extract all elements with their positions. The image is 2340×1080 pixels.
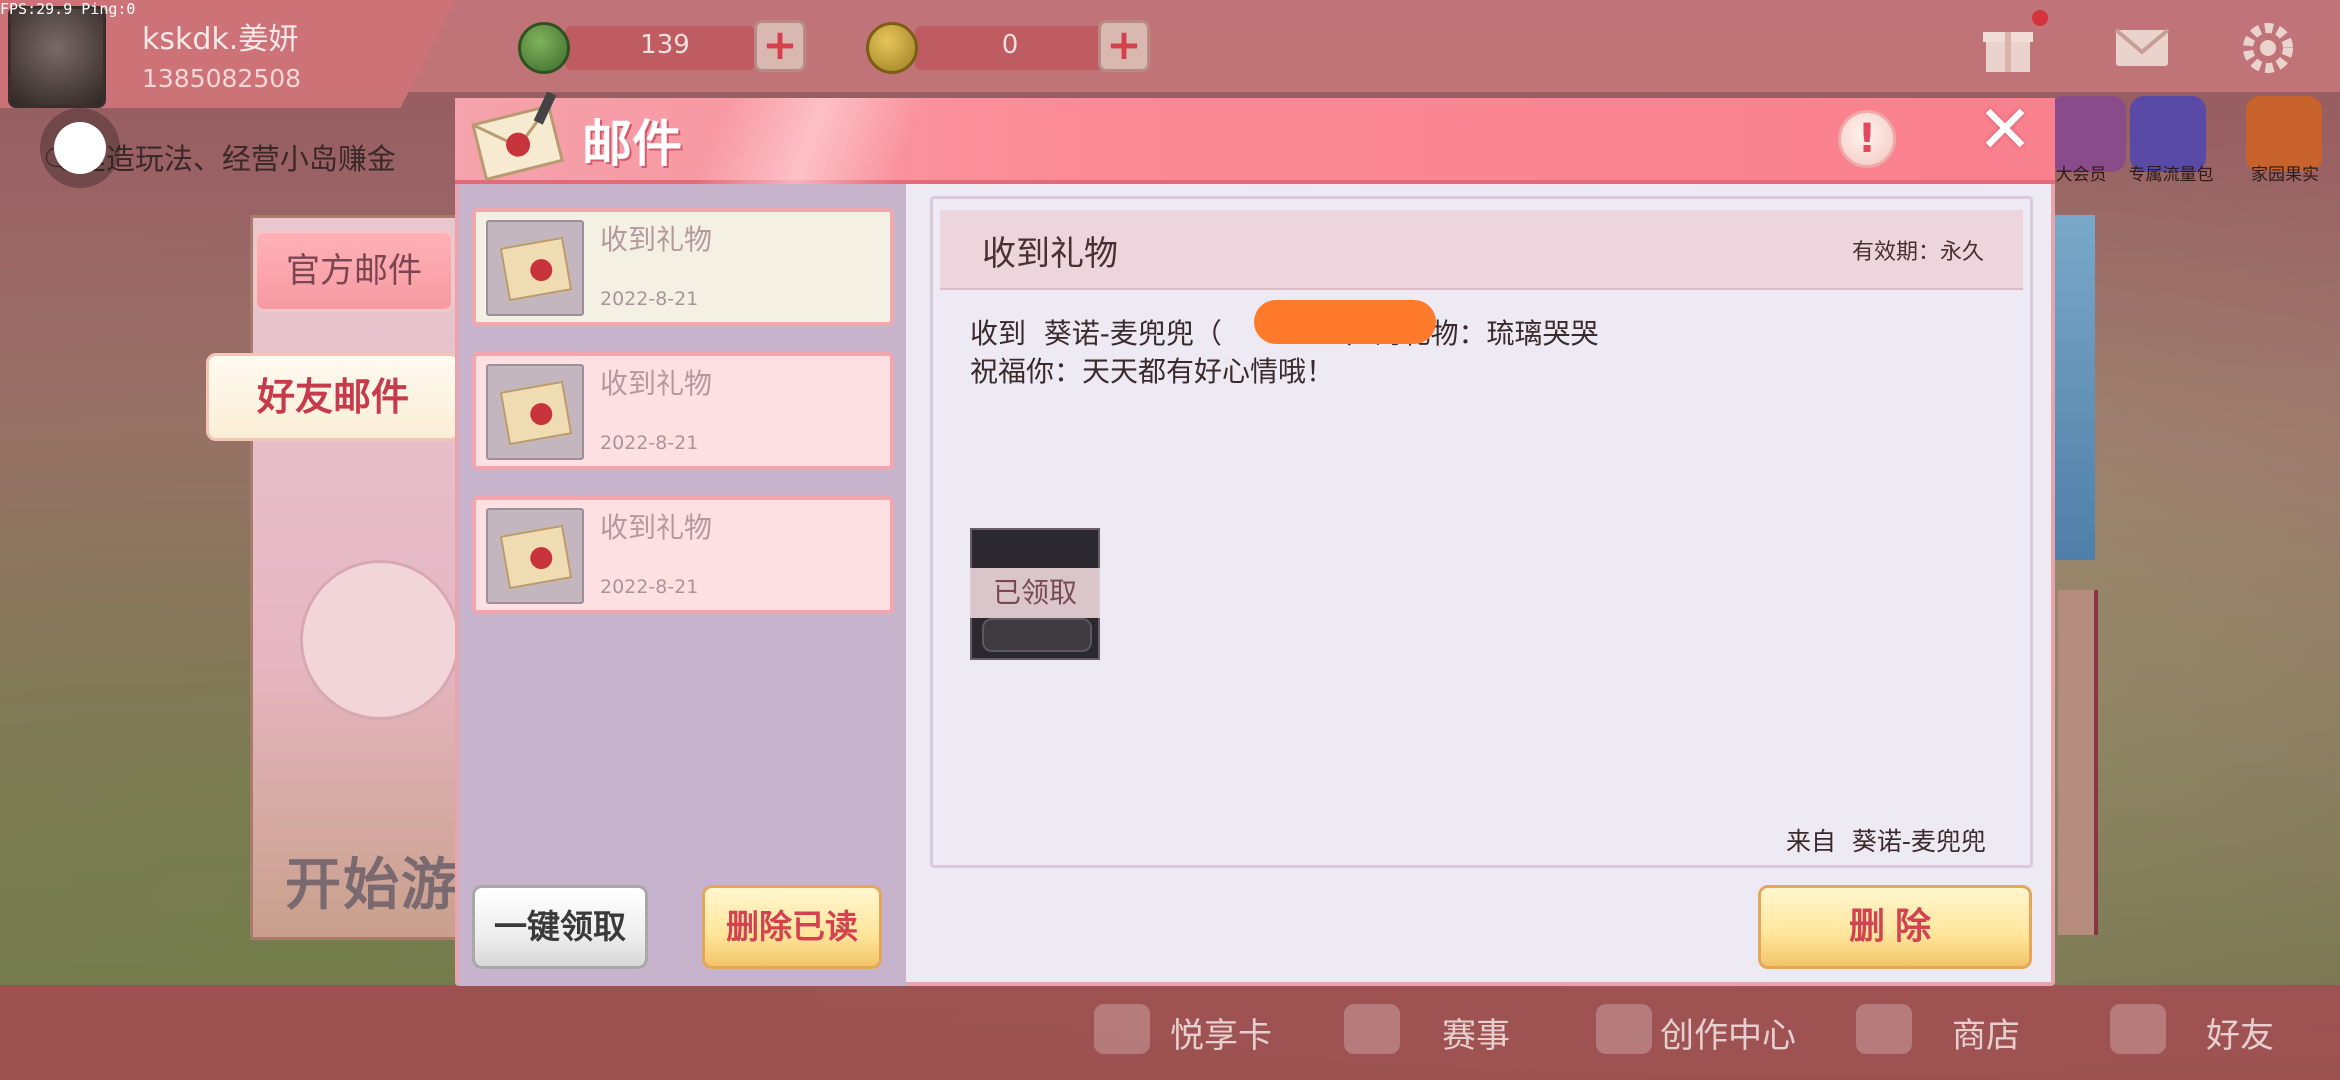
tab-official-mail[interactable]: 官方邮件 — [254, 230, 454, 312]
gift-mail-icon — [486, 220, 584, 316]
mail-item-date: 2022-8-21 — [600, 288, 699, 310]
envelope-icon — [499, 380, 573, 446]
mail-item-title: 收到礼物 — [600, 511, 713, 544]
mail-dialog-header — [455, 98, 2055, 184]
gift-icon[interactable] — [1978, 18, 2038, 78]
sender-label: 来自 葵诺-麦兜兜 — [1786, 827, 1986, 856]
mail-item-date: 2022-8-21 — [600, 576, 699, 598]
mail-item-date: 2022-8-21 — [600, 432, 699, 454]
mail-detail-title: 收到礼物 — [982, 234, 1118, 274]
collect-all-button[interactable]: 一键领取 — [472, 885, 648, 969]
nav-friends[interactable]: 好友 — [2206, 1008, 2274, 1057]
add-gold-coin-button[interactable]: + — [1098, 20, 1150, 72]
delete-read-button[interactable]: 删除已读 — [702, 885, 882, 969]
gold-coin-value: 0 — [1001, 30, 1019, 60]
header-decoration — [700, 98, 920, 184]
pig-icon — [1094, 1004, 1150, 1054]
claimed-badge: 已领取 — [970, 568, 1100, 618]
redaction-mark — [1254, 300, 1436, 344]
wax-seal-icon — [528, 401, 555, 427]
friends-icon — [2110, 1004, 2166, 1054]
envelope-icon — [499, 524, 573, 590]
wax-seal-icon — [528, 257, 555, 283]
mail-list-item[interactable]: 收到礼物 2022-8-21 — [472, 352, 894, 470]
cube-icon — [1596, 1004, 1652, 1054]
delete-button[interactable]: 删除 — [1758, 885, 2032, 969]
banner-character-art — [300, 560, 460, 720]
right-banner-art-lower — [2058, 590, 2098, 935]
right-banner-art — [2055, 215, 2095, 560]
green-coin-icon — [518, 22, 570, 74]
gift-notification-dot — [2032, 10, 2048, 26]
trophy-icon — [1344, 1004, 1400, 1054]
nav-shop[interactable]: 商店 — [1952, 1008, 2020, 1057]
gold-coin-icon — [866, 22, 918, 74]
tab-friend-mail[interactable]: 好友邮件 — [206, 353, 460, 441]
add-green-coin-button[interactable]: + — [754, 20, 806, 72]
mail-list-item[interactable]: 收到礼物 2022-8-21 — [472, 208, 894, 326]
user-id: 1385082508 — [142, 64, 302, 93]
close-button[interactable]: ✕ — [1974, 97, 2036, 163]
gift-mail-icon — [486, 508, 584, 604]
start-game-label[interactable]: 开始游 — [285, 840, 459, 921]
avatar[interactable] — [8, 6, 106, 108]
attachment-item-icon — [982, 618, 1092, 652]
expiry-label: 有效期：永久 — [1852, 240, 1985, 265]
info-button[interactable]: ! — [1838, 110, 1896, 168]
home-fruit-label: 家园果实 — [2251, 165, 2319, 185]
fps-counter: FPS:29.9 Ping:0 — [0, 0, 136, 18]
wax-seal-icon — [528, 545, 555, 571]
mail-envelope-icon — [468, 91, 572, 188]
mail-body-line: 祝福你：天天都有好心情哦！ — [970, 355, 1335, 388]
mail-list-item[interactable]: 收到礼物 2022-8-21 — [472, 496, 894, 614]
mail-item-title: 收到礼物 — [600, 367, 713, 400]
data-pack-label: 专属流量包 — [2128, 165, 2214, 185]
envelope-icon — [499, 236, 573, 302]
nav-joy-card[interactable]: 悦享卡 — [1170, 1008, 1272, 1057]
mail-item-title: 收到礼物 — [600, 223, 713, 256]
gift-mail-icon — [486, 364, 584, 460]
mail-icon[interactable] — [2112, 18, 2172, 78]
floating-joystick[interactable] — [54, 122, 106, 174]
mail-dialog-title: 邮件 — [582, 115, 682, 173]
nav-creation-center[interactable]: 创作中心 — [1660, 1008, 1796, 1057]
gear-icon[interactable] — [2238, 18, 2298, 78]
username: kskdk.姜妍 — [142, 22, 299, 57]
nav-events[interactable]: 赛事 — [1442, 1008, 1510, 1057]
shop-cart-icon — [1856, 1004, 1912, 1054]
green-coin-value: 139 — [640, 30, 690, 60]
